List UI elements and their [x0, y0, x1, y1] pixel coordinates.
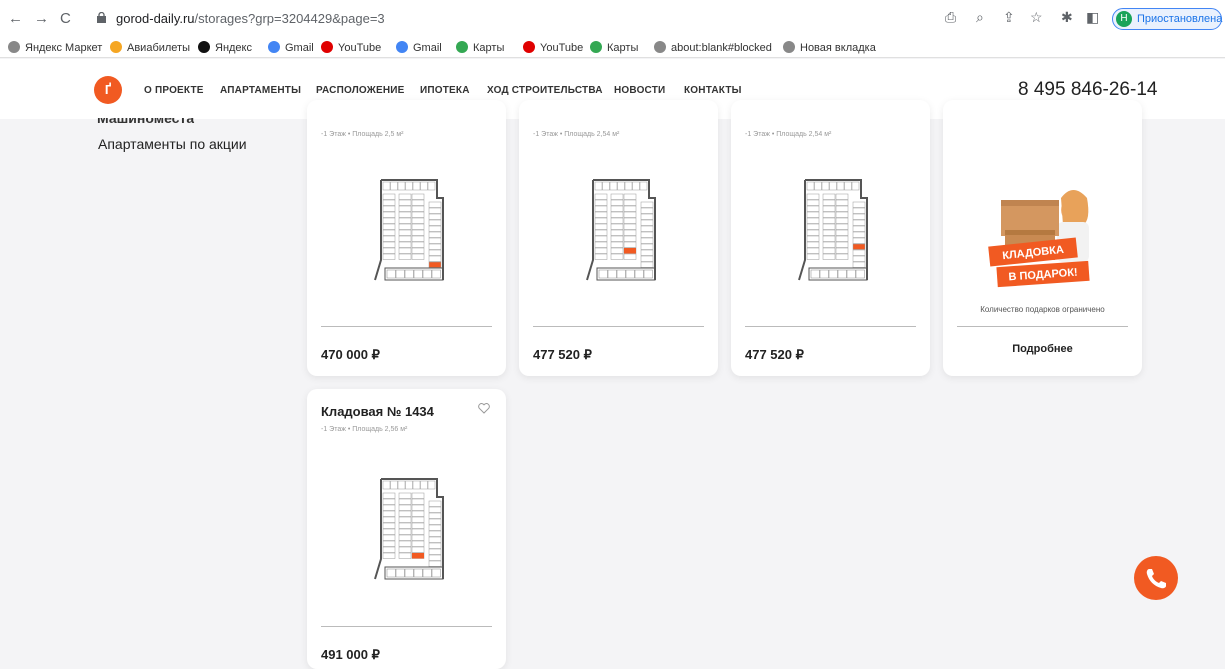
card-title: Кладовая № 1434 [321, 404, 434, 419]
url-path: /storages?grp=3204429&page=3 [194, 11, 385, 26]
profile-button[interactable]: Н Приостановлена [1112, 8, 1222, 30]
divider [321, 626, 492, 627]
bookmark-item[interactable]: YouTube [523, 41, 583, 54]
menu-contacts[interactable]: КОНТАКТЫ [684, 85, 742, 96]
more-button[interactable]: Подробнее [943, 343, 1142, 355]
sidepanel-icon[interactable]: ◧ [1086, 9, 1099, 26]
bookmark-label: YouTube [540, 42, 584, 54]
divider [321, 326, 492, 327]
bookmark-label: Карты [473, 42, 505, 54]
storage-card[interactable]: -1 Этаж • Площадь 2,54 м² 477 520 ₽ [519, 100, 718, 376]
url-field[interactable]: gorod-daily.ru/storages?grp=3204429&page… [116, 11, 385, 26]
call-button[interactable] [1134, 556, 1178, 600]
share-icon[interactable]: ⇪ [1003, 9, 1015, 26]
favorite-heart-icon[interactable] [478, 403, 490, 414]
bookmark-item[interactable]: Авиабилеты [110, 41, 190, 54]
bookmark-item[interactable]: Gmail [396, 41, 442, 54]
bookmark-item[interactable]: Новая вкладка [783, 41, 876, 54]
bookmark-label: Gmail [285, 42, 314, 54]
promo-banner-image: КЛАДОВКА В ПОДАРОК! [988, 190, 1090, 288]
bookmark-favicon-icon [268, 41, 280, 53]
install-icon[interactable]: ⎙ [945, 9, 956, 26]
bookmark-favicon-icon [198, 41, 210, 53]
storage-card[interactable]: -1 Этаж • Площадь 2,54 м² 477 520 ₽ [731, 100, 930, 376]
bookmark-label: Яндекс [215, 42, 252, 54]
bookmark-label: Gmail [413, 42, 442, 54]
bookmark-label: Авиабилеты [127, 42, 191, 54]
bookmark-favicon-icon [110, 41, 122, 53]
promo-note: Количество подарков ограничено [980, 305, 1105, 314]
profile-status: Приостановлена [1137, 13, 1223, 25]
reload-icon[interactable]: C [60, 10, 71, 27]
card-price: 477 520 ₽ [533, 347, 592, 362]
bookmark-label: YouTube [338, 42, 382, 54]
menu-news[interactable]: НОВОСТИ [614, 85, 665, 96]
bookmark-label: Карты [607, 42, 639, 54]
bookmark-item[interactable]: about:blank#blocked [654, 41, 772, 54]
card-price: 470 000 ₽ [321, 347, 380, 362]
phone-number[interactable]: 8 495 846-26-14 [1018, 79, 1157, 101]
storage-card[interactable]: -1 Этаж • Площадь 2,5 м² 470 000 ₽ [307, 100, 506, 376]
divider [533, 326, 704, 327]
bookmarks-bar: Яндекс Маркет Авиабилеты Яндекс Gmail YouTub… [0, 38, 1225, 58]
card-meta: -1 Этаж • Площадь 2,54 м² [745, 131, 832, 138]
promo-card[interactable]: КЛАДОВКА В ПОДАРОК! Количество подарков … [943, 100, 1142, 376]
star-icon[interactable]: ☆ [1030, 9, 1043, 26]
floor-plan-image [374, 478, 444, 580]
card-price: 491 000 ₽ [321, 647, 380, 662]
avatar: Н [1116, 11, 1132, 27]
bookmark-label: about:blank#blocked [671, 42, 772, 54]
bookmark-favicon-icon [396, 41, 408, 53]
menu-mortgage[interactable]: ИПОТЕКА [420, 85, 470, 96]
menu-construction[interactable]: ХОД СТРОИТЕЛЬСТВА [487, 85, 603, 96]
forward-icon[interactable]: → [34, 10, 49, 27]
site-logo[interactable]: Ґ [94, 76, 122, 104]
menu-location[interactable]: РАСПОЛОЖЕНИЕ [316, 85, 405, 96]
extensions-icon[interactable]: ✱ [1061, 9, 1073, 26]
url-host: gorod-daily.ru [116, 11, 195, 26]
lock-icon [97, 12, 106, 23]
bookmark-item[interactable]: YouTube [321, 41, 381, 54]
card-price: 477 520 ₽ [745, 347, 804, 362]
bookmark-favicon-icon [321, 41, 333, 53]
browser-toolbar: ← → C gorod-daily.ru/storages?grp=320442… [0, 0, 1225, 38]
sidebar-item-promo-apartments[interactable]: Апартаменты по акции [98, 136, 247, 152]
bookmark-item[interactable]: Карты [456, 41, 504, 54]
storage-card[interactable]: Кладовая № 1434 -1 Этаж • Площадь 2,56 м… [307, 389, 506, 669]
bookmark-item[interactable]: Карты [590, 41, 638, 54]
bookmark-label: Новая вкладка [800, 42, 876, 54]
bookmark-item[interactable]: Gmail [268, 41, 314, 54]
card-meta: -1 Этаж • Площадь 2,54 м² [533, 131, 620, 138]
divider [745, 326, 916, 327]
back-icon[interactable]: ← [8, 10, 23, 27]
bookmark-label: Яндекс Маркет [25, 42, 103, 54]
phone-icon [1146, 569, 1166, 589]
bookmark-favicon-icon [590, 41, 602, 53]
floor-plan-image [586, 179, 656, 281]
bookmark-item[interactable]: Яндекс [198, 41, 252, 54]
card-meta: -1 Этаж • Площадь 2,5 м² [321, 131, 404, 138]
bookmark-favicon-icon [654, 41, 666, 53]
bookmark-favicon-icon [456, 41, 468, 53]
menu-about[interactable]: О ПРОЕКТЕ [144, 85, 204, 96]
bookmark-favicon-icon [783, 41, 795, 53]
divider [957, 326, 1128, 327]
bookmark-item[interactable]: Яндекс Маркет [8, 41, 102, 54]
zoom-icon[interactable]: ⌕ [976, 9, 984, 26]
menu-apartments[interactable]: АПАРТАМЕНТЫ [220, 85, 301, 96]
card-meta: -1 Этаж • Площадь 2,56 м² [321, 426, 408, 433]
floor-plan-image [798, 179, 868, 281]
bookmark-favicon-icon [8, 41, 20, 53]
floor-plan-image [374, 179, 444, 281]
bookmark-favicon-icon [523, 41, 535, 53]
